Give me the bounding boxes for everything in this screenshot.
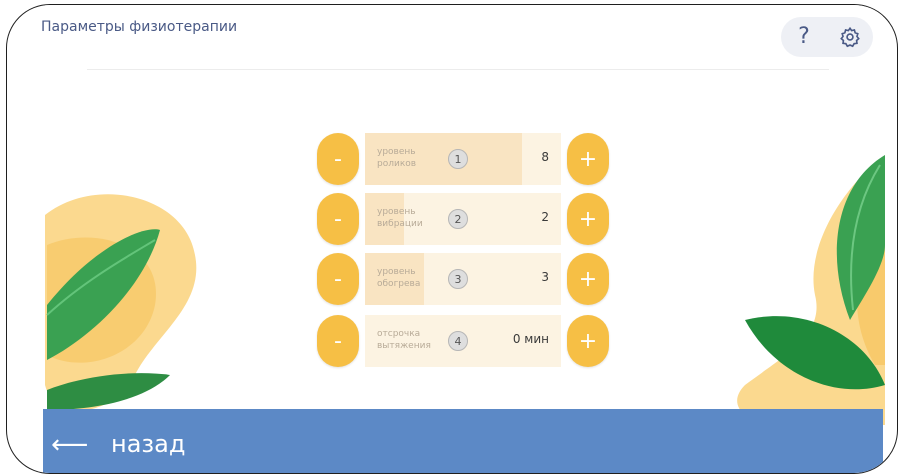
param-value: 2 bbox=[541, 210, 549, 224]
help-icon[interactable]: ? bbox=[789, 22, 819, 52]
param-label-line1: уровень bbox=[377, 207, 416, 217]
increase-button[interactable]: + bbox=[567, 315, 609, 367]
right-plant-decoration bbox=[737, 155, 885, 425]
param-number-badge: 1 bbox=[448, 149, 468, 169]
increase-button[interactable]: + bbox=[567, 193, 609, 245]
page-title: Параметры физиотерапии bbox=[41, 19, 238, 35]
param-label-line1: уровень bbox=[377, 267, 416, 277]
param-panel: уровень обогрева 3 3 bbox=[365, 253, 561, 305]
param-label-line2: роликов bbox=[377, 159, 417, 169]
param-label-line2: вытяжения bbox=[377, 341, 431, 351]
device-frame: Параметры физиотерапии ? - уровень ролик… bbox=[6, 4, 898, 474]
param-value: 0 мин bbox=[512, 332, 549, 346]
param-value: 8 bbox=[541, 150, 549, 164]
decrease-button[interactable]: - bbox=[317, 315, 359, 367]
param-panel: отсрочка вытяжения 4 0 мин bbox=[365, 315, 561, 367]
param-label: отсрочка вытяжения bbox=[377, 328, 437, 352]
param-number-badge: 2 bbox=[448, 209, 468, 229]
header-divider bbox=[87, 69, 829, 70]
param-number-badge: 3 bbox=[448, 269, 468, 289]
param-label-line2: обогрева bbox=[377, 279, 421, 289]
param-label: уровень обогрева bbox=[377, 266, 437, 290]
param-label-line1: уровень bbox=[377, 147, 416, 157]
decrease-button[interactable]: - bbox=[317, 253, 359, 305]
param-panel: уровень роликов 1 8 bbox=[365, 133, 561, 185]
param-panel: уровень вибрации 2 2 bbox=[365, 193, 561, 245]
top-button-group: ? bbox=[781, 17, 873, 57]
decrease-button[interactable]: - bbox=[317, 133, 359, 185]
app-frame: Параметры физиотерапии ? - уровень ролик… bbox=[0, 0, 904, 476]
param-value: 3 bbox=[541, 270, 549, 284]
param-number-badge: 4 bbox=[448, 331, 468, 351]
back-button[interactable]: назад bbox=[111, 430, 185, 458]
decrease-button[interactable]: - bbox=[317, 193, 359, 245]
param-label-line1: отсрочка bbox=[377, 329, 421, 339]
param-label: уровень вибрации bbox=[377, 206, 437, 230]
left-plant-decoration bbox=[45, 194, 197, 411]
back-arrow-icon[interactable]: ⟵ bbox=[51, 430, 88, 460]
increase-button[interactable]: + bbox=[567, 253, 609, 305]
param-label-line2: вибрации bbox=[377, 219, 423, 229]
gear-icon[interactable] bbox=[835, 22, 865, 52]
increase-button[interactable]: + bbox=[567, 133, 609, 185]
param-label: уровень роликов bbox=[377, 146, 437, 170]
